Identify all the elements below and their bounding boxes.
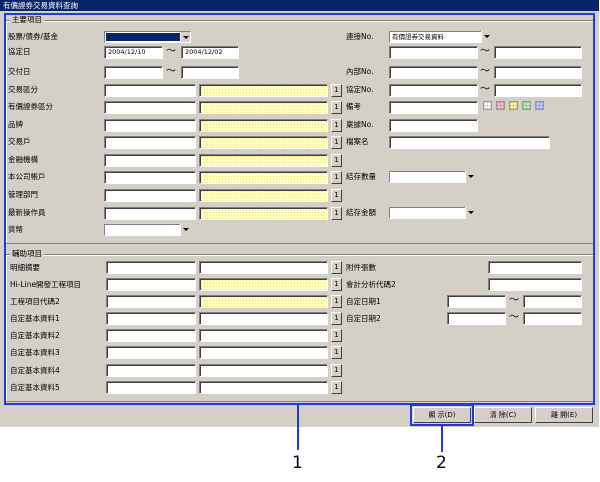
callout-2-number: 2 (436, 453, 447, 473)
leave-button[interactable]: 離 開(E) (535, 407, 593, 423)
callout-1-highlight-box (4, 13, 595, 405)
clear-button[interactable]: 清 除(C) (474, 407, 532, 423)
callout-1-leader-line (297, 404, 299, 450)
callout-2-highlight-box (410, 404, 474, 426)
callout-1-number: 1 (292, 453, 303, 473)
window-title: 有價證券交易資料查詢 (3, 1, 78, 10)
title-bar (0, 0, 599, 11)
callout-2-leader-line (441, 425, 443, 452)
